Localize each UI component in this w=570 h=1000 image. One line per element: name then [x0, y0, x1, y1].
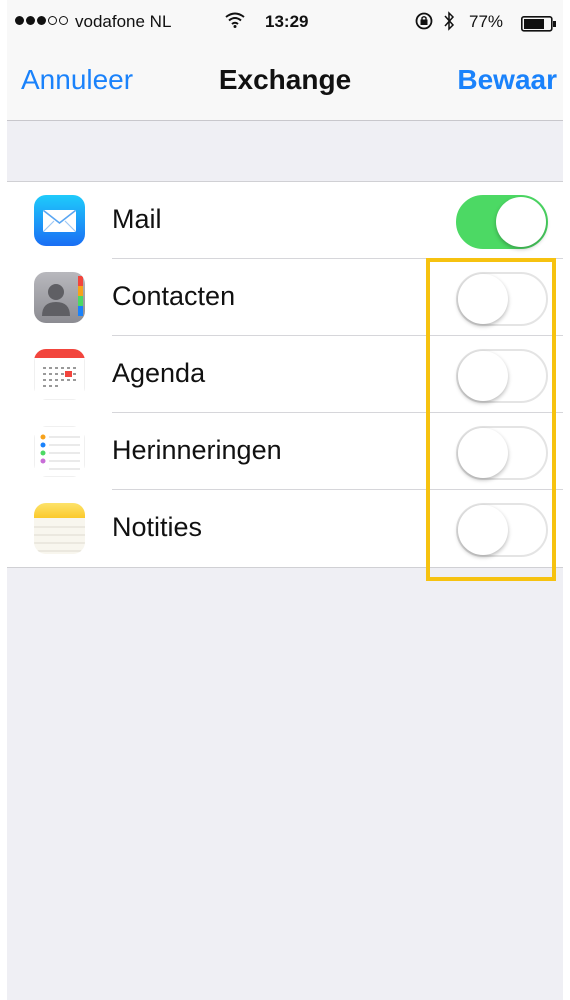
battery-percentage: 77% — [469, 12, 504, 31]
list-item-mail: Mail — [7, 182, 563, 259]
row-label-notes: Notities — [112, 512, 203, 542]
row-label-contacts: Contacten — [112, 281, 236, 311]
reminders-icon — [34, 426, 85, 477]
wifi-icon — [225, 12, 245, 33]
save-button[interactable]: Bewaar — [457, 64, 557, 96]
rotation-lock-icon — [414, 12, 434, 35]
row-label-calendar: Agenda — [112, 358, 206, 388]
notes-icon — [34, 503, 85, 554]
signal-strength-icon — [15, 16, 68, 25]
bluetooth-icon — [443, 11, 455, 36]
row-label-reminders: Herinneringen — [112, 435, 282, 465]
status-bar: vodafone NL 13:29 77% — [7, 0, 563, 46]
navigation-bar: Annuleer Exchange Bewaar — [7, 46, 563, 121]
mail-icon — [34, 195, 85, 246]
mail-toggle[interactable] — [456, 195, 548, 249]
highlight-box — [426, 258, 556, 581]
calendar-icon — [34, 349, 85, 400]
status-time: 13:29 — [265, 12, 309, 31]
row-label-mail: Mail — [112, 204, 162, 234]
contacts-icon — [34, 272, 85, 323]
carrier-name: vodafone NL — [75, 12, 172, 31]
battery-icon — [521, 16, 557, 37]
